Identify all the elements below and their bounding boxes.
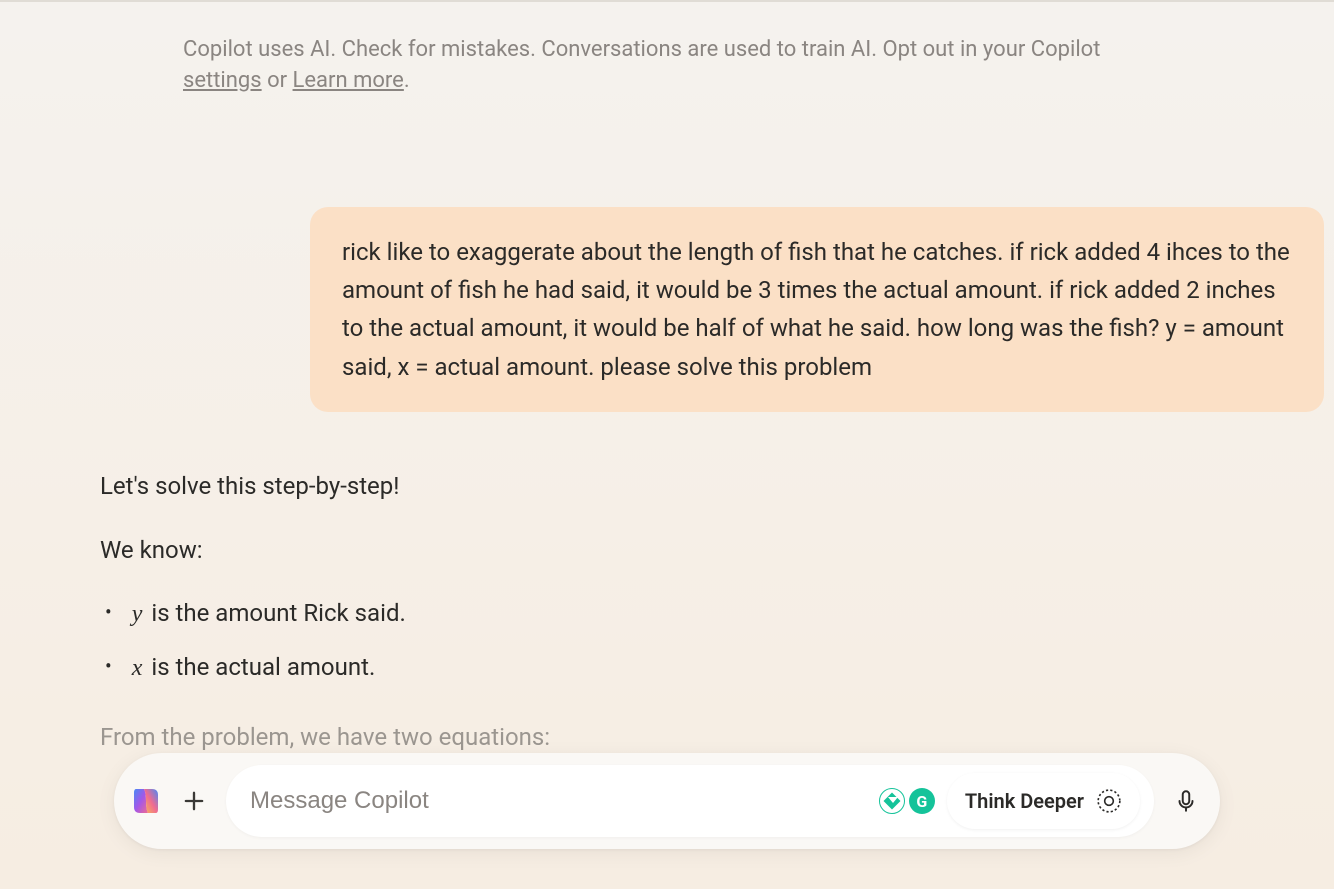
assistant-response: Let's solve this step-by-step! We know: … xyxy=(100,467,1234,756)
user-message-bubble: rick like to exaggerate about the length… xyxy=(310,207,1324,413)
bullet-text-1: is the actual amount. xyxy=(145,653,375,681)
top-border xyxy=(0,0,1334,2)
extension-icons: G xyxy=(879,788,935,814)
bullet-icon: • xyxy=(105,648,112,684)
copilot-logo-icon xyxy=(130,785,162,817)
learn-more-link[interactable]: Learn more xyxy=(293,68,404,93)
extension-icon-diamond[interactable] xyxy=(879,788,905,814)
input-bar: G Think Deeper xyxy=(114,753,1220,849)
add-button[interactable] xyxy=(176,783,212,819)
assistant-bullets: • y is the amount Rick said. • x is the … xyxy=(100,594,1234,688)
assistant-equations-intro: From the problem, we have two equations: xyxy=(100,718,1234,756)
assistant-we-know: We know: xyxy=(100,531,1234,569)
settings-link[interactable]: settings xyxy=(183,68,262,93)
bullet-content: x is the actual amount. xyxy=(132,648,376,687)
input-bar-wrapper: G Think Deeper xyxy=(114,753,1220,849)
disclaimer-suffix: . xyxy=(404,68,410,93)
input-field-wrapper: G Think Deeper xyxy=(226,765,1154,837)
microphone-icon xyxy=(1173,788,1199,814)
list-item: • y is the amount Rick said. xyxy=(105,594,1234,633)
list-item: • x is the actual amount. xyxy=(105,648,1234,687)
microphone-button[interactable] xyxy=(1168,783,1204,819)
bullet-icon: • xyxy=(105,594,112,630)
think-deeper-button[interactable]: Think Deeper xyxy=(947,773,1140,829)
disclaimer-middle: or xyxy=(262,68,293,93)
think-deeper-label: Think Deeper xyxy=(965,789,1084,813)
disclaimer-text: Copilot uses AI. Check for mistakes. Con… xyxy=(100,35,1234,97)
grammarly-icon[interactable]: G xyxy=(909,788,935,814)
message-input[interactable] xyxy=(250,787,879,815)
sparkle-icon xyxy=(1096,788,1122,814)
assistant-intro: Let's solve this step-by-step! xyxy=(100,467,1234,505)
user-message-text: rick like to exaggerate about the length… xyxy=(342,238,1290,381)
math-variable-y: y xyxy=(132,601,143,627)
math-variable-x: x xyxy=(132,655,143,681)
disclaimer-prefix: Copilot uses AI. Check for mistakes. Con… xyxy=(183,37,1100,62)
bullet-text-0: is the amount Rick said. xyxy=(145,599,405,627)
bullet-content: y is the amount Rick said. xyxy=(132,594,406,633)
plus-icon xyxy=(180,787,208,815)
